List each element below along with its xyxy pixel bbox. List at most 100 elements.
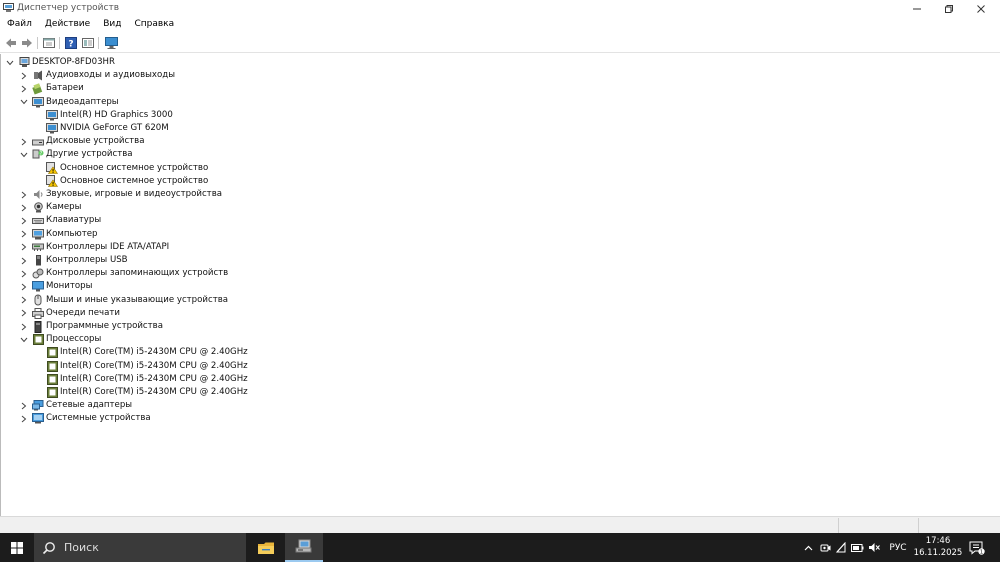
notification-icon: 1 <box>969 541 985 555</box>
notification-center-button[interactable]: 1 <box>964 533 990 562</box>
chevron-down-icon[interactable] <box>5 56 15 69</box>
tree-category[interactable]: Аудиовходы и аудиовыходы <box>19 69 175 82</box>
taskbar-search[interactable]: Поиск <box>34 533 246 562</box>
tree-category[interactable]: Батареи <box>19 82 84 95</box>
tree-item-label: Батареи <box>46 83 84 94</box>
restore-icon <box>945 4 953 13</box>
chevron-right-icon[interactable] <box>19 412 29 425</box>
tree-category[interactable]: Клавиатуры <box>19 214 101 227</box>
chevron-down-icon[interactable] <box>19 333 29 346</box>
tree-category[interactable]: ? Другие устройства <box>19 148 133 161</box>
usb-icon <box>32 254 44 267</box>
tree-device[interactable]: Intel(R) Core(TM) i5-2430M CPU @ 2.40GHz <box>33 373 248 386</box>
computer-icon <box>32 228 44 240</box>
toolbar: ? <box>0 33 1000 53</box>
tree-item-label: Основное системное устройство <box>60 175 209 186</box>
properties-button[interactable] <box>42 36 56 50</box>
scan-hardware-button[interactable] <box>104 36 118 50</box>
tree-category[interactable]: Процессоры <box>19 333 101 346</box>
help-button[interactable]: ? <box>64 36 78 50</box>
chevron-right-icon[interactable] <box>19 307 29 320</box>
tree-category[interactable]: Контроллеры IDE ATA/ATAPI <box>19 241 169 254</box>
tree-category[interactable]: Контроллеры запоминающих устройств <box>19 267 228 280</box>
close-button[interactable] <box>964 0 998 17</box>
tray-volume-button[interactable] <box>866 533 882 562</box>
tray-overflow-button[interactable] <box>800 533 816 562</box>
chevron-down-icon[interactable] <box>19 96 29 109</box>
wifi-icon <box>835 542 846 553</box>
tree-category[interactable]: Системные устройства <box>19 412 151 425</box>
tree-category[interactable]: Контроллеры USB <box>19 254 128 267</box>
menu-action[interactable]: Действие <box>38 17 96 33</box>
chevron-right-icon[interactable] <box>19 69 29 82</box>
tree-category[interactable]: Видеоадаптеры <box>19 96 119 109</box>
tree-category[interactable]: Мониторы <box>19 280 92 293</box>
processor-icon <box>32 334 44 346</box>
chevron-right-icon[interactable] <box>19 294 29 307</box>
processor-icon <box>46 360 58 372</box>
tree-item-label: Дисковые устройства <box>46 136 145 147</box>
tree-category[interactable]: Компьютер <box>19 228 98 241</box>
menu-file[interactable]: Файл <box>0 17 38 33</box>
tree-device[interactable]: Intel(R) HD Graphics 3000 <box>33 109 173 122</box>
chevron-right-icon[interactable] <box>19 201 29 214</box>
tree-root[interactable]: DESKTOP-8FD03HR <box>5 56 115 69</box>
warning-device-icon <box>46 175 58 188</box>
taskbar-clock[interactable]: 17:46 16.11.2025 <box>912 535 964 559</box>
menu-view[interactable]: Вид <box>96 17 127 33</box>
tree-item-label: Процессоры <box>46 334 102 345</box>
tree-device[interactable]: Intel(R) Core(TM) i5-2430M CPU @ 2.40GHz <box>33 360 248 373</box>
forward-button[interactable] <box>20 36 34 50</box>
chevron-right-icon[interactable] <box>19 214 29 227</box>
tree-category[interactable]: Очереди печати <box>19 307 120 320</box>
svg-text:?: ? <box>40 151 43 157</box>
chevron-right-icon[interactable] <box>19 82 29 95</box>
chevron-right-icon[interactable] <box>19 280 29 293</box>
chevron-right-icon[interactable] <box>19 399 29 412</box>
chevron-right-icon[interactable] <box>19 267 29 280</box>
tray-network-button[interactable] <box>833 533 849 562</box>
tree-item-label: Программные устройства <box>46 321 163 331</box>
minimize-button[interactable] <box>900 0 934 17</box>
tree-item-label: Сетевые адаптеры <box>46 400 133 411</box>
chevron-right-icon[interactable] <box>19 320 29 333</box>
tree-category[interactable]: Сетевые адаптеры <box>19 399 132 412</box>
tree-category[interactable]: Дисковые устройства <box>19 135 145 148</box>
tray-meet-button[interactable] <box>817 533 833 562</box>
tree-item-label: Компьютер <box>46 228 98 239</box>
tree-item-label: Системные устройства <box>46 413 151 424</box>
chevron-down-icon[interactable] <box>19 148 29 161</box>
chevron-right-icon[interactable] <box>19 254 29 267</box>
clock-date: 16.11.2025 <box>913 548 963 558</box>
chevron-right-icon[interactable] <box>19 135 29 148</box>
tree-device[interactable]: Intel(R) Core(TM) i5-2430M CPU @ 2.40GHz <box>33 346 248 359</box>
tray-battery-button[interactable] <box>849 533 865 562</box>
tree-device[interactable]: Intel(R) Core(TM) i5-2430M CPU @ 2.40GHz <box>33 386 248 399</box>
taskbar-file-explorer[interactable] <box>247 533 285 562</box>
chevron-right-icon[interactable] <box>19 188 29 201</box>
chevron-right-icon[interactable] <box>19 241 29 254</box>
tree-category[interactable]: Мыши и иные указывающие устройства <box>19 294 228 307</box>
tree-device[interactable]: NVIDIA GeForce GT 620M <box>33 122 169 135</box>
tree-device[interactable]: Основное системное устройство <box>33 162 208 175</box>
start-button[interactable] <box>0 533 34 562</box>
taskbar-device-manager[interactable] <box>285 533 323 562</box>
tree-item-label: Intel(R) Core(TM) i5-2430M CPU @ 2.40GHz <box>60 373 248 384</box>
menu-help[interactable]: Справка <box>127 17 180 33</box>
tree-category[interactable]: Программные устройства <box>19 320 163 333</box>
processor-icon <box>46 373 58 385</box>
tree-device[interactable]: Основное системное устройство <box>33 175 208 188</box>
tree-item-label: Аудиовходы и аудиовыходы <box>46 70 175 81</box>
close-icon <box>977 4 985 13</box>
tree-category[interactable]: Камеры <box>19 201 81 214</box>
restore-button[interactable] <box>932 0 966 17</box>
show-hidden-button[interactable] <box>81 36 95 50</box>
chevron-right-icon[interactable] <box>19 228 29 241</box>
processor-icon <box>46 347 58 359</box>
tray-language[interactable]: РУС <box>884 533 912 562</box>
tree-category[interactable]: Звуковые, игровые и видеоустройства <box>19 188 222 201</box>
back-button[interactable] <box>4 36 18 50</box>
